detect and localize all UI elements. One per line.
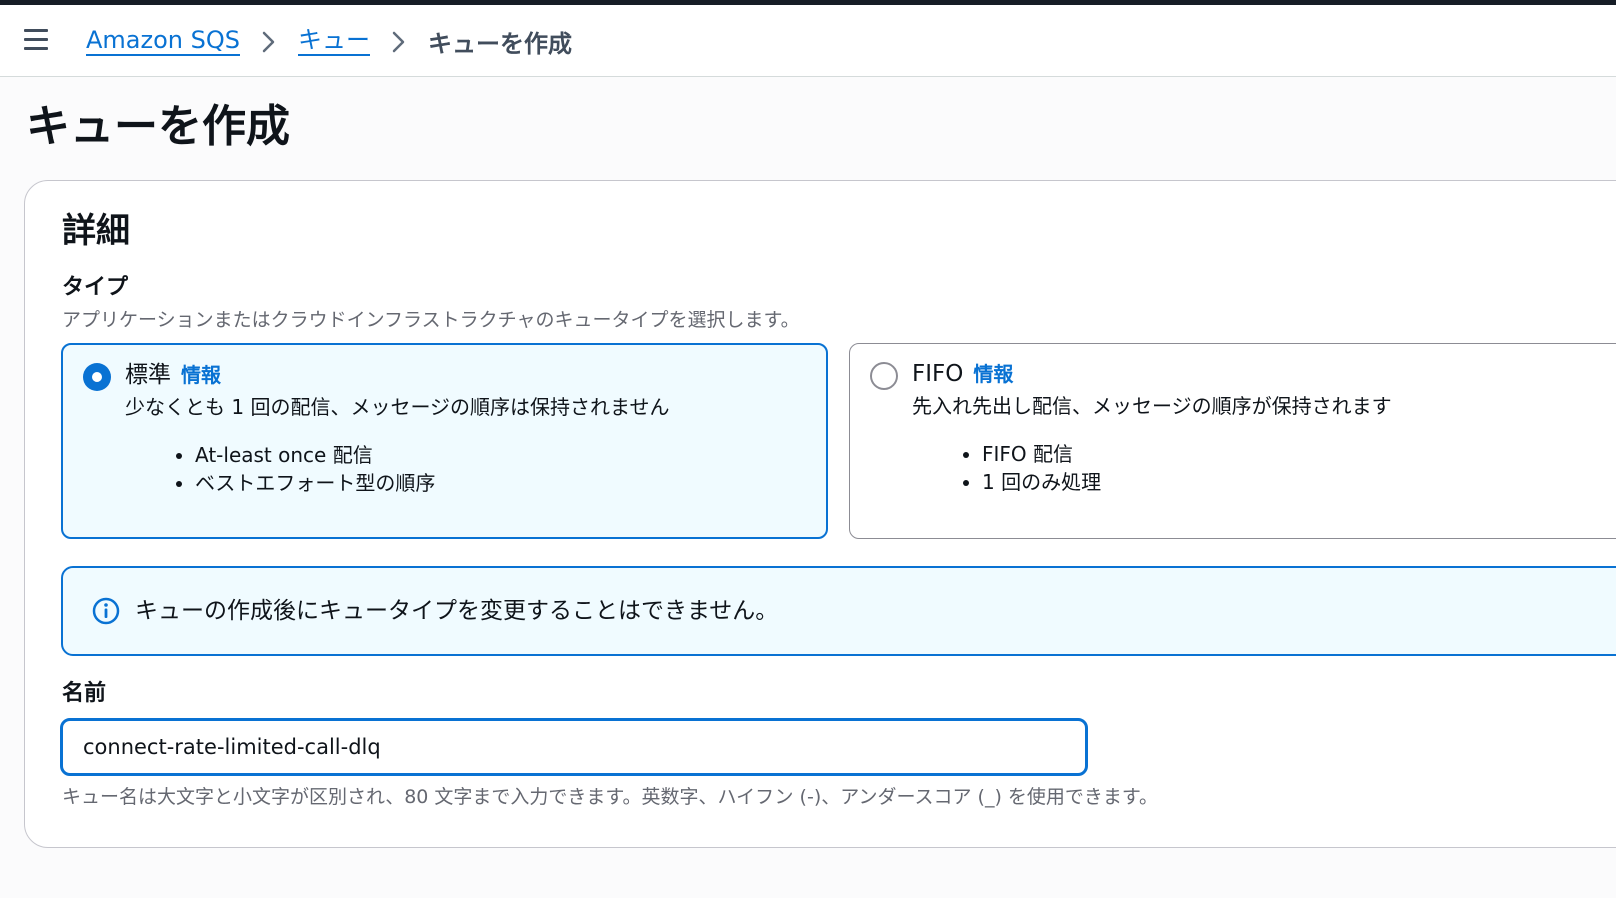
breadcrumb: Amazon SQS キュー キューを作成 bbox=[86, 5, 572, 77]
queue-type-standard-tile[interactable]: 標準情報 少なくとも 1 回の配信、メッセージの順序は保持されません At-le… bbox=[61, 343, 828, 539]
top-navigation-bar: Amazon SQS キュー キューを作成 bbox=[0, 5, 1616, 77]
fifo-info-link[interactable]: 情報 bbox=[973, 362, 1013, 386]
chevron-right-icon bbox=[240, 27, 298, 55]
radio-standard[interactable] bbox=[83, 363, 111, 391]
main-content: キューを作成 詳細 タイプ アプリケーションまたはクラウドインフラストラクチャの… bbox=[0, 77, 1616, 898]
fifo-feature-list: FIFO 配信 1 回のみ処理 bbox=[962, 440, 1101, 496]
breadcrumb-link-amazon-sqs[interactable]: Amazon SQS bbox=[86, 26, 240, 56]
standard-feature-list: At-least once 配信 ベストエフォート型の順序 bbox=[175, 441, 435, 497]
name-constraint-hint: キュー名は大文字と小文字が区別され、80 文字まで入力できます。英数字、ハイフン… bbox=[62, 786, 1159, 808]
breadcrumb-link-queues[interactable]: キュー bbox=[297, 26, 370, 56]
queue-type-fifo-tile[interactable]: FIFO 情報 先入れ先出し配信、メッセージの順序が保持されます FIFO 配信 … bbox=[849, 343, 1616, 539]
standard-description: 少なくとも 1 回の配信、メッセージの順序は保持されません bbox=[125, 395, 670, 419]
fifo-description: 先入れ先出し配信、メッセージの順序が保持されます bbox=[912, 394, 1392, 418]
type-label: タイプ bbox=[62, 275, 129, 300]
standard-info-link[interactable]: 情報 bbox=[181, 363, 221, 387]
radio-fifo[interactable] bbox=[870, 362, 898, 390]
standard-heading: 標準 情報 bbox=[125, 359, 221, 391]
alert-text: キューの作成後にキュータイプを変更することはできません。 bbox=[135, 598, 779, 624]
page-title: キューを作成 bbox=[26, 101, 290, 152]
list-item: FIFO 配信 bbox=[982, 440, 1101, 468]
list-item: ベストエフォート型の順序 bbox=[195, 469, 435, 497]
name-label: 名前 bbox=[62, 681, 107, 706]
panel-title: 詳細 bbox=[62, 211, 130, 251]
queue-name-input[interactable] bbox=[60, 718, 1088, 776]
standard-title: 標準 bbox=[125, 362, 171, 388]
menu-icon[interactable] bbox=[22, 27, 50, 53]
fifo-heading: FIFO 情報 bbox=[912, 358, 1013, 390]
list-item: 1 回のみ処理 bbox=[982, 468, 1101, 496]
fifo-title: FIFO bbox=[912, 361, 964, 387]
breadcrumb-current: キューを作成 bbox=[427, 29, 572, 58]
details-panel: 詳細 タイプ アプリケーションまたはクラウドインフラストラクチャのキュータイプを… bbox=[24, 180, 1616, 848]
list-item: At-least once 配信 bbox=[195, 441, 435, 469]
type-description: アプリケーションまたはクラウドインフラストラクチャのキュータイプを選択します。 bbox=[62, 309, 800, 331]
info-alert: キューの作成後にキュータイプを変更することはできません。 bbox=[61, 566, 1616, 656]
info-circle-icon bbox=[91, 596, 121, 626]
chevron-right-icon bbox=[370, 27, 428, 55]
